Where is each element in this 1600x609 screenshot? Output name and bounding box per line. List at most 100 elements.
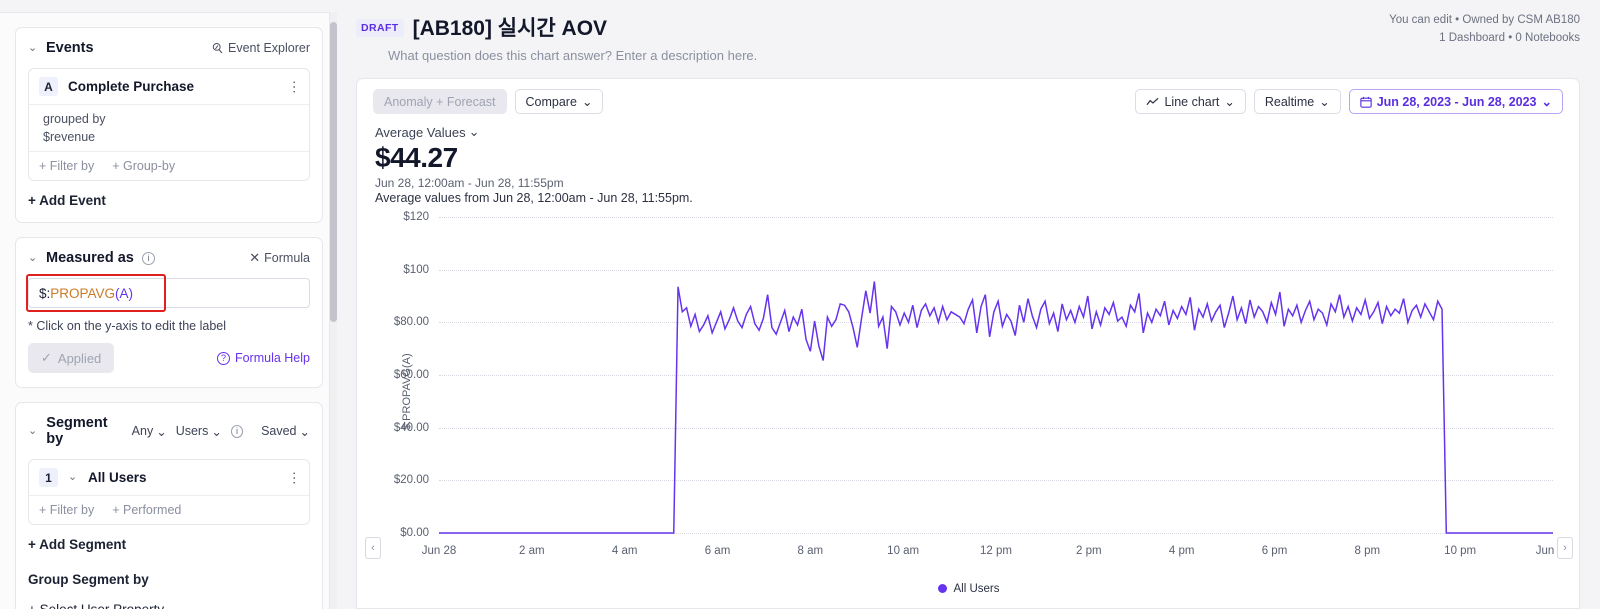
chevron-down-icon: ⌄ <box>156 424 167 439</box>
scroll-left-button[interactable]: ‹ <box>365 537 381 559</box>
x-tick-label: 4 pm <box>1168 545 1195 557</box>
compare-button[interactable]: Compare ⌄ <box>514 89 604 114</box>
legend-item[interactable]: All Users <box>938 583 1000 595</box>
add-event-button[interactable]: + Add Event <box>28 193 310 208</box>
events-title: Events <box>46 40 94 56</box>
events-card: ⌄ Events Event Explorer A Complete Purch… <box>15 27 323 223</box>
chart-usage: 1 Dashboard • 0 Notebooks <box>1439 31 1580 44</box>
info-icon[interactable]: i <box>141 251 155 265</box>
query-builder-sidebar: ⌄ Events Event Explorer A Complete Purch… <box>0 12 330 609</box>
event-header-row[interactable]: A Complete Purchase ⋯ <box>29 69 309 104</box>
event-explorer-label: Event Explorer <box>228 41 310 55</box>
main-content: DRAFT [AB180] 실시간 AOV What question does… <box>338 0 1600 609</box>
summary-range: Jun 28, 12:00am - Jun 28, 11:55pm <box>375 176 564 190</box>
chevron-down-icon: ⌄ <box>1319 95 1330 109</box>
event-badge: A <box>39 77 58 96</box>
event-block: A Complete Purchase ⋯ grouped by $revenu… <box>28 68 310 181</box>
formula-help-button[interactable]: ? Formula Help <box>216 351 310 365</box>
segment-filter-by-button[interactable]: + Filter by <box>39 503 94 517</box>
event-more-icon[interactable]: ⋯ <box>287 80 303 94</box>
close-icon: ✕ <box>249 250 261 265</box>
chart-ownership: You can edit • Owned by CSM AB180 <box>1389 14 1580 26</box>
chart-panel: Anomaly + Forecast Compare ⌄ Line chart … <box>356 78 1580 609</box>
sidebar-scrollbar-thumb[interactable] <box>330 22 337 322</box>
x-tick-label: 6 pm <box>1261 545 1288 557</box>
metric-selector-label: Average Values <box>375 124 466 140</box>
formula-token-function: PROPAVG <box>50 285 116 301</box>
segment-by-card: ⌄ Segment by Any ⌄ Users ⌄ i Saved ⌄ 1 ⌄… <box>15 402 323 609</box>
chevron-down-icon: ⌄ <box>581 95 593 109</box>
chart-legend[interactable]: All Users <box>357 583 1581 595</box>
chart-toolbar: Anomaly + Forecast Compare ⌄ Line chart … <box>357 79 1579 114</box>
segment-saved-dropdown[interactable]: Saved ⌄ <box>261 424 310 439</box>
x-tick-label: 8 am <box>797 545 824 557</box>
summary-caption: Average values from Jun 28, 12:00am - Ju… <box>375 191 693 205</box>
formula-toggle-button[interactable]: ✕ Formula <box>249 250 310 266</box>
add-segment-button[interactable]: + Add Segment <box>28 537 310 552</box>
select-user-property-button[interactable]: + Select User Property <box>28 602 310 609</box>
page-title[interactable]: [AB180] 실시간 AOV <box>413 12 608 42</box>
segment-any-label: Any <box>131 424 154 438</box>
segment-any-dropdown[interactable]: Any ⌄ <box>132 424 167 439</box>
explorer-icon <box>212 42 223 53</box>
chevron-down-icon[interactable]: ⌄ <box>28 252 38 264</box>
group-segment-by-title: Group Segment by <box>28 572 149 587</box>
segment-more-icon[interactable]: ⋯ <box>287 471 303 485</box>
applied-button: ✓ Applied <box>28 343 115 373</box>
segment-users-label: Users <box>175 424 209 438</box>
refresh-mode-label: Realtime <box>1264 94 1315 109</box>
date-range-button[interactable]: Jun 28, 2023 - Jun 28, 2023 ⌄ <box>1348 89 1563 114</box>
check-icon: ✓ <box>41 350 52 365</box>
formula-token-args: (A) <box>115 285 134 301</box>
chart-plot-area: $0.00 $20.00 $40.00 $60.00 $80.00 $100 $120 $:… <box>357 205 1581 609</box>
chart-type-button[interactable]: Line chart ⌄ <box>1135 89 1246 114</box>
formula-input[interactable]: $: PROPAVG (A) <box>28 278 310 308</box>
event-grouped-by-value[interactable]: $revenue <box>29 128 309 151</box>
date-range-label: Jun 28, 2023 - Jun 28, 2023 <box>1376 94 1537 109</box>
legend-label: All Users <box>953 583 1000 595</box>
x-tick-label: 12 pm <box>980 545 1012 557</box>
scroll-right-button[interactable]: › <box>1557 537 1573 559</box>
chevron-down-icon[interactable]: ⌄ <box>68 472 78 483</box>
x-tick-label: 2 pm <box>1076 545 1102 557</box>
legend-color-dot <box>938 584 948 593</box>
event-name[interactable]: Complete Purchase <box>68 79 194 94</box>
measured-as-title: Measured as <box>46 250 134 266</box>
x-tick-label: 2 am <box>519 545 545 557</box>
x-tick-label: 10 am <box>887 545 920 557</box>
segment-header-row[interactable]: 1 ⌄ All Users ⋯ <box>29 460 309 495</box>
segment-by-title: Segment by <box>46 415 108 447</box>
segment-performed-button[interactable]: + Performed <box>112 503 181 517</box>
segment-number: 1 <box>39 468 58 487</box>
formula-help-label: Formula Help <box>234 351 310 365</box>
chevron-down-icon: ⌄ <box>468 124 480 139</box>
segment-block: 1 ⌄ All Users ⋯ + Filter by + Performed <box>28 459 310 525</box>
chevron-down-icon: ⌄ <box>211 424 222 439</box>
segment-users-dropdown[interactable]: Users ⌄ <box>176 424 222 439</box>
applied-label: Applied <box>57 350 102 366</box>
metric-selector[interactable]: Average Values ⌄ <box>375 124 480 140</box>
chevron-down-icon[interactable]: ⌄ <box>28 42 38 54</box>
status-badge: DRAFT <box>356 19 404 37</box>
compare-label: Compare <box>525 94 577 109</box>
x-tick-label: 6 am <box>704 545 731 557</box>
chevron-down-icon[interactable]: ⌄ <box>28 425 37 437</box>
x-tick-label: 8 pm <box>1354 545 1381 557</box>
event-filter-by-button[interactable]: + Filter by <box>39 159 94 173</box>
event-group-by-button[interactable]: + Group-by <box>112 159 175 173</box>
x-tick-label: Jun 28 <box>421 545 457 557</box>
chevron-down-icon: ⌄ <box>1224 95 1235 109</box>
series-path <box>439 281 1553 534</box>
anomaly-forecast-button[interactable]: Anomaly + Forecast <box>373 89 507 114</box>
question-icon: ? <box>216 351 230 365</box>
info-icon[interactable]: i <box>230 424 244 438</box>
summary-value: $44.27 <box>375 142 458 173</box>
segment-name[interactable]: All Users <box>88 470 147 485</box>
chart-meta: You can edit • Owned by CSM AB180 1 Dash… <box>1389 12 1580 48</box>
x-tick-label: 10 pm <box>1444 545 1477 557</box>
calendar-icon <box>1359 96 1372 108</box>
chart-type-label: Line chart <box>1164 94 1220 109</box>
refresh-mode-button[interactable]: Realtime ⌄ <box>1253 89 1341 114</box>
event-explorer-button[interactable]: Event Explorer <box>211 41 310 55</box>
formula-hint: * Click on the y-axis to edit the label <box>28 319 227 333</box>
